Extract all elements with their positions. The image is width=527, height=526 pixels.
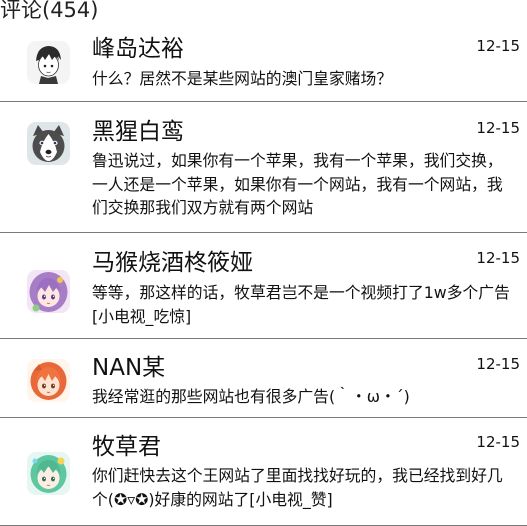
comment-item: 牧草君 12-15 你们赶快去这个王网站了里面找找好玩的，我已经找到好几个(✪▿… <box>0 418 527 526</box>
comment-username[interactable]: 马猴烧酒柊筱娅 <box>92 248 253 278</box>
comment-item: NAN某 12-15 我经常逛的那些网站也有很多广告(｀・ω・´) <box>0 339 527 418</box>
comment-username[interactable]: 黑猩白鸾 <box>92 117 184 147</box>
comment-date: 12-15 <box>476 37 520 55</box>
comment-username[interactable]: NAN某 <box>92 353 165 383</box>
comment-date: 12-15 <box>476 355 520 373</box>
comment-date: 12-15 <box>476 249 520 267</box>
comment-username[interactable]: 牧草君 <box>92 432 161 462</box>
comment-text: 等等，那这样的话，牧草君岂不是一个视频打了1w多个广告[小电视_吃惊] <box>92 283 510 326</box>
comment-date: 12-15 <box>476 433 520 451</box>
comment-date: 12-15 <box>476 119 520 137</box>
comment-item: 黑猩白鸾 12-15 鲁迅说过，如果你有一个苹果，我有一个苹果，我们交换，一人还… <box>0 102 527 233</box>
comment-text: 什么？居然不是某些网站的澳门皇家赌场？ <box>92 69 393 88</box>
comment-text: 鲁迅说过，如果你有一个苹果，我有一个苹果，我们交换，一人还是一个苹果，如果你有一… <box>92 151 503 217</box>
husky-avatar[interactable] <box>27 122 70 165</box>
orange-hair-girl-avatar[interactable] <box>27 359 70 402</box>
comment-username[interactable]: 峰岛达裕 <box>92 34 184 64</box>
comment-item: 峰岛达裕 12-15 什么？居然不是某些网站的澳门皇家赌场？ <box>0 26 527 102</box>
comments-header: 评论(454) <box>0 0 99 22</box>
comment-list: 峰岛达裕 12-15 什么？居然不是某些网站的澳门皇家赌场？ 黑猩白鸾 12-1… <box>0 26 527 526</box>
manga-boy-avatar[interactable] <box>27 41 70 84</box>
comment-item: 马猴烧酒柊筱娅 12-15 等等，那这样的话，牧草君岂不是一个视频打了1w多个广… <box>0 233 527 339</box>
comment-text: 你们赶快去这个王网站了里面找找好玩的，我已经找到好几个(✪▿✪)好康的网站了[小… <box>92 466 503 509</box>
comment-text: 我经常逛的那些网站也有很多广告(｀・ω・´) <box>92 387 410 406</box>
green-hair-girl-avatar[interactable] <box>27 452 70 495</box>
purple-hair-girl-avatar[interactable] <box>27 270 70 313</box>
